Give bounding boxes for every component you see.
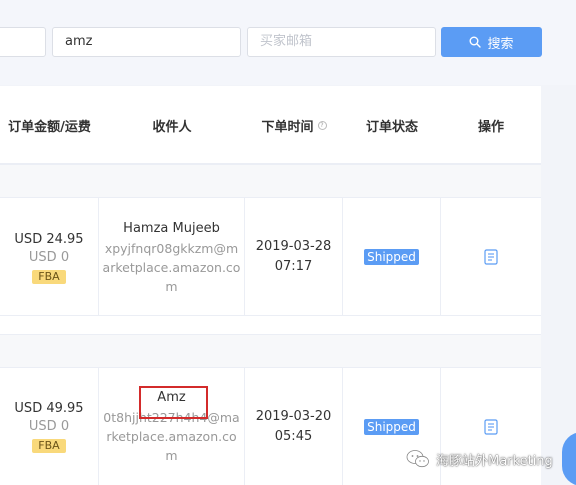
filter-input[interactable] (0, 27, 46, 57)
search-bar: amz 买家邮箱 搜索 (0, 0, 576, 85)
order-time-cell: 2019-03-20 05:45 (245, 368, 343, 485)
status-badge: Shipped (364, 249, 419, 265)
order-time: 07:17 (274, 259, 313, 274)
amount-cell: USD 49.95 USD 0 FBA (0, 368, 99, 485)
floating-action-button[interactable] (562, 432, 576, 485)
order-detail-icon[interactable] (484, 418, 498, 435)
column-header-status: 订单状态 (365, 119, 418, 135)
status-badge: Shipped (364, 418, 419, 435)
order-date: 2019-03-20 (255, 408, 332, 424)
fba-badge: FBA (32, 269, 66, 284)
orders-table: 订单金额/运费 收件人 下单时间 ? 订单状态 操作 USD 24.95 USD… (0, 86, 541, 485)
column-header-order-time: 下单时间 ? (245, 86, 343, 164)
help-icon[interactable]: ? (317, 120, 327, 130)
shipping-fee: USD 0 (28, 249, 70, 265)
recipient-cell: Hamza Mujeeb xpyjfnqr08gkkzm@marketplace… (99, 198, 245, 316)
watermark-text: 海豚站外Marketing (436, 453, 553, 469)
fba-badge: FBA (32, 439, 66, 453)
buyer-email-input[interactable]: 买家邮箱 (247, 27, 436, 57)
shipping-fee: USD 0 (28, 419, 70, 434)
wechat-icon (406, 450, 429, 468)
column-header-amount: 订单金额/运费 (8, 119, 91, 135)
actions-cell (441, 198, 541, 316)
column-header-recipient: 收件人 (152, 119, 192, 135)
watermark: 海豚站外Marketing (406, 449, 553, 469)
order-group-header (0, 334, 541, 368)
amount-cell: USD 24.95 USD 0 FBA (0, 198, 99, 316)
order-amount: USD 24.95 (14, 231, 84, 247)
keyword-input[interactable]: amz (52, 27, 241, 57)
recipient-email: xpyjfnqr08gkkzm@marketplace.amazon.com (102, 240, 241, 294)
status-cell: Shipped (343, 198, 441, 316)
recipient-name: Hamza Mujeeb (123, 220, 220, 236)
search-icon (469, 36, 482, 48)
highlight-annotation (139, 386, 208, 419)
column-header-actions: 操作 (477, 119, 504, 135)
order-amount: USD 49.95 (14, 401, 84, 416)
order-group-header (0, 164, 541, 198)
column-header-order-time-label: 下单时间 (261, 119, 314, 135)
order-detail-icon[interactable] (484, 249, 498, 265)
order-date: 2019-03-28 (255, 239, 332, 254)
row-divider (0, 315, 541, 316)
search-button[interactable]: 搜索 (441, 27, 542, 57)
order-time: 05:45 (274, 428, 313, 444)
table-header: 订单金额/运费 收件人 下单时间 ? 订单状态 操作 (0, 86, 541, 164)
order-time-cell: 2019-03-28 07:17 (245, 198, 343, 316)
search-button-label: 搜索 (487, 36, 514, 52)
